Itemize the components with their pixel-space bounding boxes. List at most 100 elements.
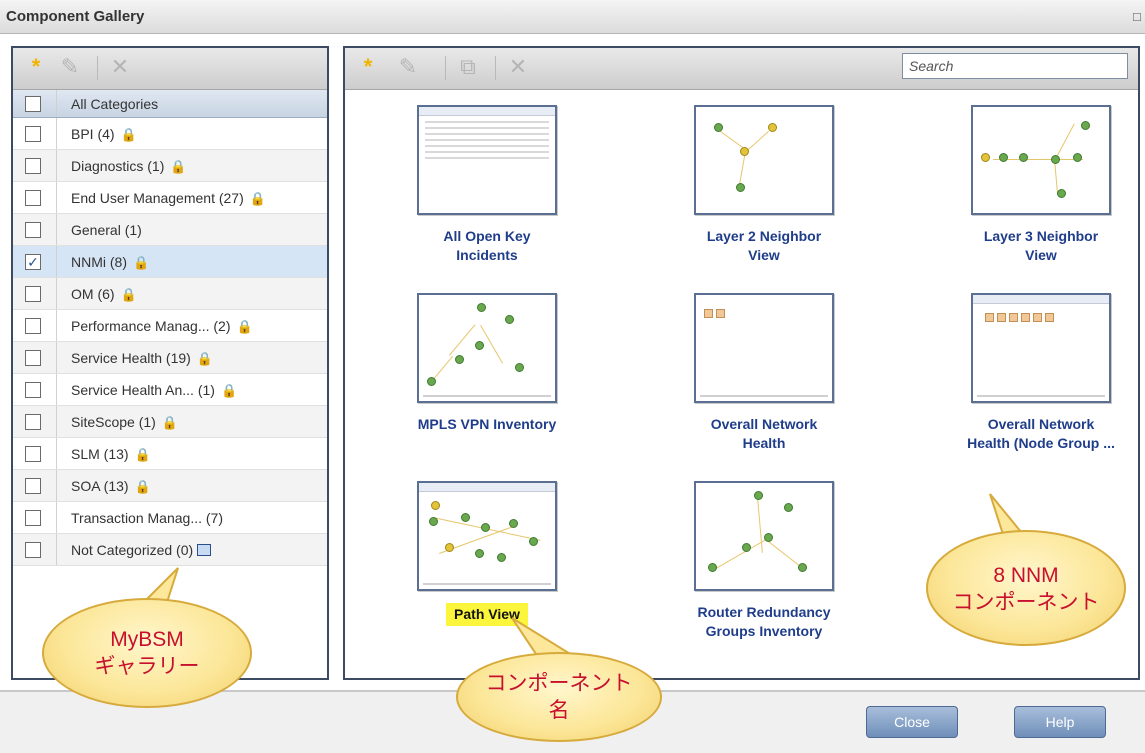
- category-row[interactable]: SLM (13) 🔒: [13, 438, 327, 470]
- category-checkbox[interactable]: [25, 542, 41, 558]
- callout-text: コンポーネント: [485, 672, 633, 695]
- component-tile-selected[interactable]: Path View: [377, 481, 597, 626]
- category-name: NNMi (8): [71, 254, 127, 270]
- lock-icon: 🔒: [134, 479, 151, 494]
- delete-category-icon[interactable]: ✕: [107, 54, 133, 80]
- category-row[interactable]: Service Health An... (1) 🔒: [13, 374, 327, 406]
- new-component-icon[interactable]: *: [355, 54, 381, 80]
- category-label: Performance Manag... (2) 🔒: [71, 318, 253, 335]
- component-title-highlighted: Path View: [446, 603, 528, 626]
- component-title[interactable]: Overall Network Health: [654, 415, 874, 453]
- component-thumbnail[interactable]: [417, 481, 557, 591]
- column-divider: [56, 246, 57, 277]
- category-name: End User Management (27): [71, 190, 244, 206]
- category-checkbox-checked[interactable]: ✓: [25, 254, 41, 270]
- category-checkbox[interactable]: [25, 318, 41, 334]
- component-thumbnail[interactable]: [971, 293, 1111, 403]
- category-label: General (1): [71, 222, 142, 238]
- category-row[interactable]: Transaction Manag... (7): [13, 502, 327, 534]
- thumb-footer: [700, 395, 828, 397]
- component-title[interactable]: Path View: [377, 603, 597, 626]
- component-tile[interactable]: Overall Network Health (Node Group ...: [931, 293, 1145, 453]
- column-divider: [56, 150, 57, 181]
- component-thumbnail[interactable]: [417, 105, 557, 215]
- thumb-node: [1057, 189, 1066, 198]
- component-tile[interactable]: Router Redundancy Groups Inventory: [654, 481, 874, 641]
- component-tile[interactable]: MPLS VPN Inventory: [377, 293, 597, 434]
- thumb-row: [425, 151, 549, 153]
- edit-component-icon[interactable]: ✎: [395, 54, 421, 80]
- all-categories-checkbox[interactable]: [25, 96, 41, 112]
- category-label: Not Categorized (0): [71, 542, 212, 558]
- category-checkbox[interactable]: [25, 478, 41, 494]
- component-tile[interactable]: All Open Key Incidents: [377, 105, 597, 265]
- category-checkbox[interactable]: [25, 382, 41, 398]
- new-category-icon[interactable]: *: [23, 54, 49, 80]
- category-row[interactable]: SOA (13) 🔒: [13, 470, 327, 502]
- category-row[interactable]: Diagnostics (1) 🔒: [13, 150, 327, 182]
- thumb-link: [1055, 123, 1075, 160]
- component-title[interactable]: Overall Network Health (Node Group ...: [931, 415, 1145, 453]
- category-label: Service Health An... (1) 🔒: [71, 382, 237, 399]
- category-checkbox[interactable]: [25, 350, 41, 366]
- category-label: Transaction Manag... (7): [71, 510, 223, 526]
- maximize-icon[interactable]: □ x: [1133, 9, 1145, 24]
- mybsm-gallery-callout: MyBSM ギャラリー: [42, 598, 252, 708]
- category-row[interactable]: Performance Manag... (2) 🔒: [13, 310, 327, 342]
- category-checkbox[interactable]: [25, 158, 41, 174]
- uncategorized-icon: [197, 544, 212, 556]
- category-row-selected[interactable]: ✓ NNMi (8) 🔒: [13, 246, 327, 278]
- component-tile[interactable]: Overall Network Health: [654, 293, 874, 453]
- thumb-node: [736, 183, 745, 192]
- column-divider: [56, 182, 57, 213]
- search-input[interactable]: Search: [902, 53, 1128, 79]
- category-checkbox[interactable]: [25, 190, 41, 206]
- column-divider: [56, 438, 57, 469]
- all-categories-row[interactable]: All Categories: [13, 90, 327, 118]
- component-title[interactable]: Router Redundancy Groups Inventory: [654, 603, 874, 641]
- category-label: End User Management (27) 🔒: [71, 190, 266, 207]
- thumb-node: [431, 501, 440, 510]
- component-tile[interactable]: Layer 3 Neighbor View: [931, 105, 1145, 265]
- edit-category-icon[interactable]: ✎: [57, 54, 83, 80]
- column-divider: [56, 342, 57, 373]
- component-title[interactable]: All Open Key Incidents: [377, 227, 597, 265]
- category-checkbox[interactable]: [25, 126, 41, 142]
- category-label: Service Health (19) 🔒: [71, 350, 213, 367]
- close-button[interactable]: Close: [866, 706, 958, 738]
- component-thumbnail[interactable]: [694, 293, 834, 403]
- component-title[interactable]: MPLS VPN Inventory: [377, 415, 597, 434]
- thumb-node: [429, 517, 438, 526]
- component-title-line: Layer 2 Neighbor: [706, 228, 822, 244]
- column-divider: [56, 374, 57, 405]
- component-thumbnail[interactable]: [971, 105, 1111, 215]
- category-row[interactable]: End User Management (27) 🔒: [13, 182, 327, 214]
- copy-component-icon[interactable]: ⧉: [455, 54, 481, 80]
- category-checkbox[interactable]: [25, 414, 41, 430]
- category-checkbox[interactable]: [25, 446, 41, 462]
- category-label: NNMi (8) 🔒: [71, 254, 149, 271]
- component-title[interactable]: Layer 2 Neighbor View: [654, 227, 874, 265]
- help-button[interactable]: Help: [1014, 706, 1106, 738]
- category-row[interactable]: SiteScope (1) 🔒: [13, 406, 327, 438]
- category-row[interactable]: Service Health (19) 🔒: [13, 342, 327, 374]
- category-row[interactable]: OM (6) 🔒: [13, 278, 327, 310]
- component-title-line: MPLS VPN Inventory: [417, 416, 557, 432]
- category-checkbox[interactable]: [25, 222, 41, 238]
- category-row[interactable]: General (1): [13, 214, 327, 246]
- callout-text: 名: [548, 699, 570, 722]
- component-thumbnail[interactable]: [694, 105, 834, 215]
- thumb-node-box: [1009, 313, 1018, 322]
- component-title[interactable]: Layer 3 Neighbor View: [931, 227, 1145, 265]
- category-checkbox[interactable]: [25, 510, 41, 526]
- thumb-node: [445, 543, 454, 552]
- column-divider: [56, 278, 57, 309]
- component-thumbnail[interactable]: [417, 293, 557, 403]
- component-thumbnail[interactable]: [694, 481, 834, 591]
- category-checkbox[interactable]: [25, 286, 41, 302]
- component-title-line: Overall Network: [710, 416, 818, 432]
- category-row[interactable]: Not Categorized (0): [13, 534, 327, 566]
- component-tile[interactable]: Layer 2 Neighbor View: [654, 105, 874, 265]
- category-row[interactable]: BPI (4) 🔒: [13, 118, 327, 150]
- delete-component-icon[interactable]: ✕: [505, 54, 531, 80]
